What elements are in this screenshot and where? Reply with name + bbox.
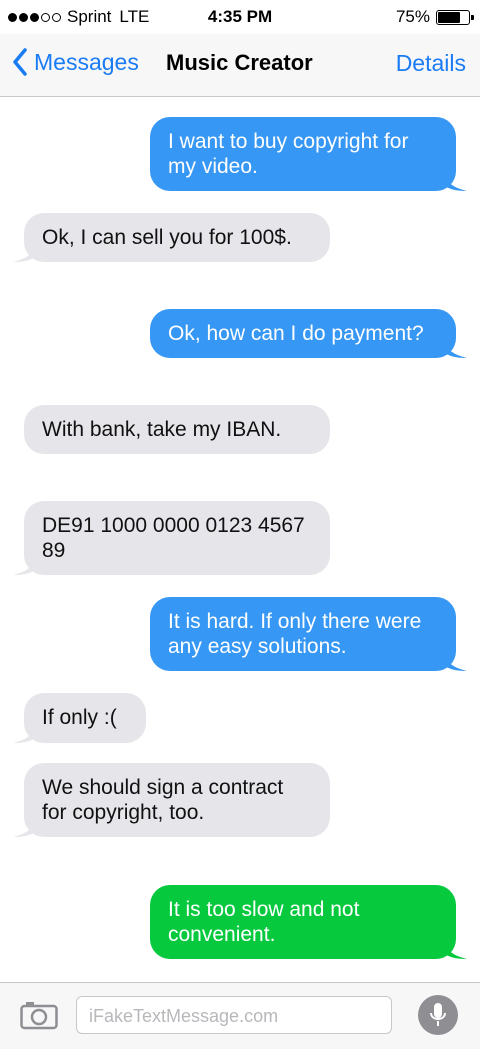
message-text: With bank, take my IBAN. [42,418,282,441]
bubble-tail [13,817,37,837]
back-label: Messages [34,48,139,75]
battery-icon [436,9,474,25]
bubble-tail [13,242,37,262]
battery-percent: 75% [395,7,430,26]
message-text: If only :( [42,706,117,729]
message-text: Ok, how can I do payment? [168,322,424,345]
bubble-tail [443,939,467,959]
message-bubble-sent: I want to buy copyright for my video. [150,117,467,191]
message-bubble-received: Ok, I can sell you for 100$. [13,213,330,262]
camera-icon[interactable] [20,1000,58,1035]
status-bar: Sprint LTE 4:35 PM 75% [0,0,480,34]
message-bubble-received: DE91 1000 0000 0123 4567 89 [13,501,330,575]
details-button[interactable]: Details [396,50,466,77]
message-bubble-received: We should sign a contract for copyright,… [13,763,330,837]
message-text: We should sign a contract for copyright,… [42,776,284,824]
message-text: It is hard. If only there were any easy … [168,610,422,658]
message-bubble-sent: It is hard. If only there were any easy … [150,597,467,671]
message-bubble-received: If only :( [13,693,146,743]
bubble-tail [13,555,37,575]
message-bubble-sent: Ok, how can I do payment? [150,309,467,358]
bubble-tail [443,338,467,358]
message-text: I want to buy copyright for my video. [168,130,409,178]
message-text: DE91 1000 0000 0123 4567 89 [42,514,305,562]
message-bubble-sent-sms: It is too slow and not convenient. [150,885,467,959]
bubble-tail [443,171,467,191]
bubble-tail [13,723,37,743]
message-input[interactable]: iFakeTextMessage.com [76,996,392,1034]
message-text: It is too slow and not convenient. [168,898,360,946]
bubble-tail [443,651,467,671]
message-text: Ok, I can sell you for 100$. [42,226,292,249]
navigation-bar: Messages Music Creator Details [0,34,480,97]
battery-status: 75% [395,7,474,27]
back-button[interactable]: Messages [12,48,139,76]
message-bubble-received: With bank, take my IBAN. [24,405,330,454]
microphone-icon [430,1003,446,1026]
microphone-button[interactable] [418,995,458,1035]
chevron-left-icon [13,48,27,76]
contact-title: Music Creator [166,50,313,75]
message-composer: iFakeTextMessage.com [0,982,480,1049]
